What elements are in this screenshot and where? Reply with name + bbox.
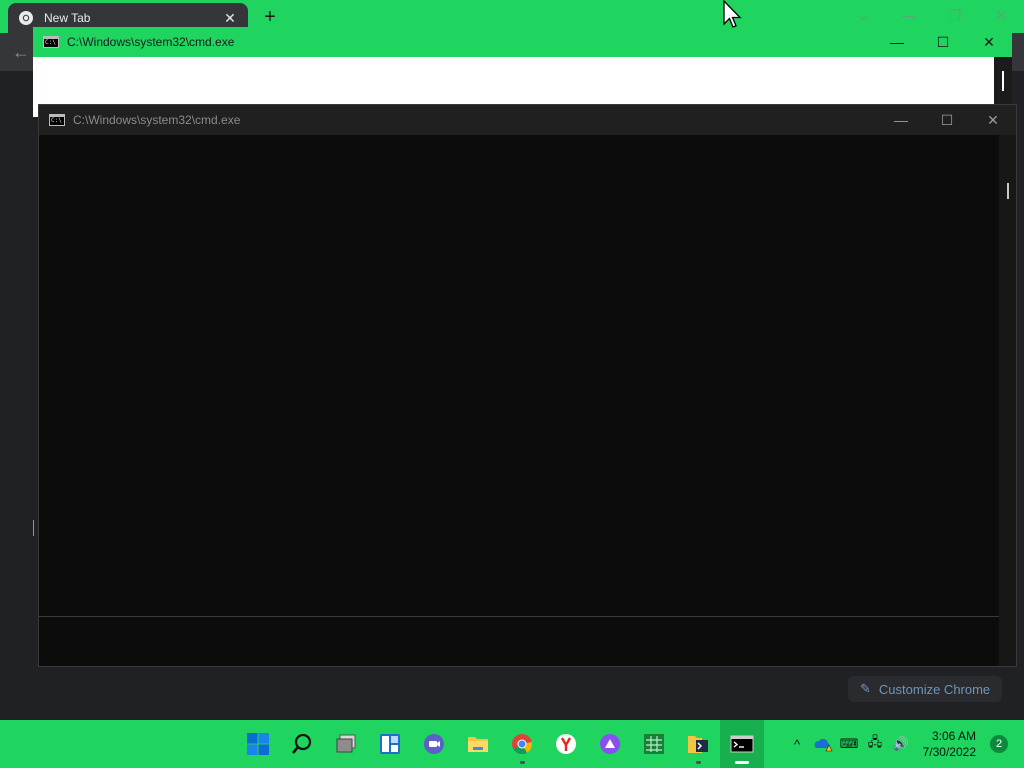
cmd-front-scroll-thumb[interactable]: [1007, 183, 1009, 199]
chrome-favicon-icon: [19, 11, 33, 25]
customize-chrome-label: Customize Chrome: [878, 681, 991, 697]
task-view-button[interactable]: [324, 720, 368, 768]
chrome-minimize-button[interactable]: —: [886, 0, 932, 30]
tab-title: New Tab: [44, 11, 91, 25]
clock-date: 7/30/2022: [922, 745, 976, 759]
spreadsheet-button[interactable]: [632, 720, 676, 768]
alice-icon: [600, 734, 620, 754]
taskbar-apps: [236, 720, 764, 768]
cmd-taskbar-button[interactable]: [720, 720, 764, 768]
cmd-front-maximize-button[interactable]: ☐: [924, 105, 970, 135]
cmd-front-title: C:\Windows\system32\cmd.exe: [73, 113, 241, 127]
start-button[interactable]: [236, 720, 280, 768]
command-prompt-icon: [730, 735, 754, 753]
folder-icon: [468, 737, 488, 752]
teams-chat-icon: [424, 734, 444, 754]
back-button[interactable]: ←: [10, 41, 32, 63]
cmd-back-titlebar[interactable]: C:\Windows\system32\cmd.exe — ☐ ✕: [33, 27, 1012, 57]
cmd-front-minimize-button[interactable]: —: [878, 105, 924, 135]
chrome-taskbar-button[interactable]: [500, 720, 544, 768]
running-indicator: [696, 761, 701, 764]
yandex-button[interactable]: [544, 720, 588, 768]
cmd-front-titlebar[interactable]: C:\Windows\system32\cmd.exe — ☐ ✕: [39, 105, 1016, 135]
customize-chrome-button[interactable]: ✎ Customize Chrome: [848, 676, 1003, 702]
spreadsheet-icon: [644, 734, 664, 754]
tab-search-button[interactable]: ⌄: [840, 0, 886, 30]
cmd-front-scrollbar[interactable]: [999, 135, 1016, 666]
chrome-close-button[interactable]: ✕: [978, 0, 1024, 30]
yandex-icon: [556, 734, 576, 754]
cmd-front-bottom-area: [39, 616, 1000, 666]
chrome-icon: [512, 734, 533, 755]
chat-button[interactable]: [412, 720, 456, 768]
notification-badge[interactable]: 2: [990, 735, 1008, 753]
cmd-front-close-button[interactable]: ✕: [970, 105, 1016, 135]
search-button[interactable]: [280, 720, 324, 768]
pencil-icon: ✎: [860, 681, 871, 696]
console-icon: [43, 36, 59, 48]
clock[interactable]: 3:06 AM 7/30/2022: [914, 728, 984, 760]
cmd-back-maximize-button[interactable]: ☐: [920, 27, 966, 57]
running-indicator: [735, 761, 749, 764]
show-hidden-icons-chevron-icon[interactable]: ^: [784, 720, 810, 768]
chrome-restore-button[interactable]: ❐: [932, 0, 978, 30]
onedrive-warning-icon[interactable]: [810, 720, 836, 768]
widgets-button[interactable]: [368, 720, 412, 768]
tab-close-icon[interactable]: ✕: [222, 10, 238, 26]
volume-icon[interactable]: 🔊: [888, 720, 914, 768]
windows-logo-icon: [247, 733, 269, 755]
running-indicator: [520, 761, 525, 764]
widgets-icon: [380, 734, 400, 754]
network-icon[interactable]: 🖧: [862, 720, 888, 768]
cmd-back-minimize-button[interactable]: —: [874, 27, 920, 57]
cmd-window-front[interactable]: C:\Windows\system32\cmd.exe — ☐ ✕: [38, 104, 1017, 667]
cmd-back-close-button[interactable]: ✕: [966, 27, 1012, 57]
alice-button[interactable]: [588, 720, 632, 768]
cloud-warning-icon: [814, 738, 833, 752]
task-view-icon: [336, 734, 356, 753]
mouse-cursor-icon: [723, 0, 742, 28]
window-edge: [33, 520, 37, 536]
search-icon: [292, 733, 312, 754]
clock-time: 3:06 AM: [931, 729, 976, 743]
cmd-front-controls: — ☐ ✕: [878, 105, 1016, 135]
terminal-folder-icon: [688, 736, 708, 753]
console-icon: [49, 114, 65, 126]
taskbar: ^ ⌨ 🖧 🔊 3:06 AM 7/30/2022 2: [0, 720, 1024, 768]
keyboard-icon[interactable]: ⌨: [836, 720, 862, 768]
system-tray: ^ ⌨ 🖧 🔊 3:06 AM 7/30/2022 2: [784, 720, 1024, 768]
script-tool-button[interactable]: [676, 720, 720, 768]
cmd-back-controls: — ☐ ✕: [874, 27, 1012, 57]
cmd-back-title: C:\Windows\system32\cmd.exe: [67, 35, 235, 49]
cmd-front-console[interactable]: [39, 135, 1000, 616]
cmd-back-scroll-thumb[interactable]: [1002, 71, 1004, 91]
new-tab-button[interactable]: +: [259, 6, 281, 28]
file-explorer-button[interactable]: [456, 720, 500, 768]
